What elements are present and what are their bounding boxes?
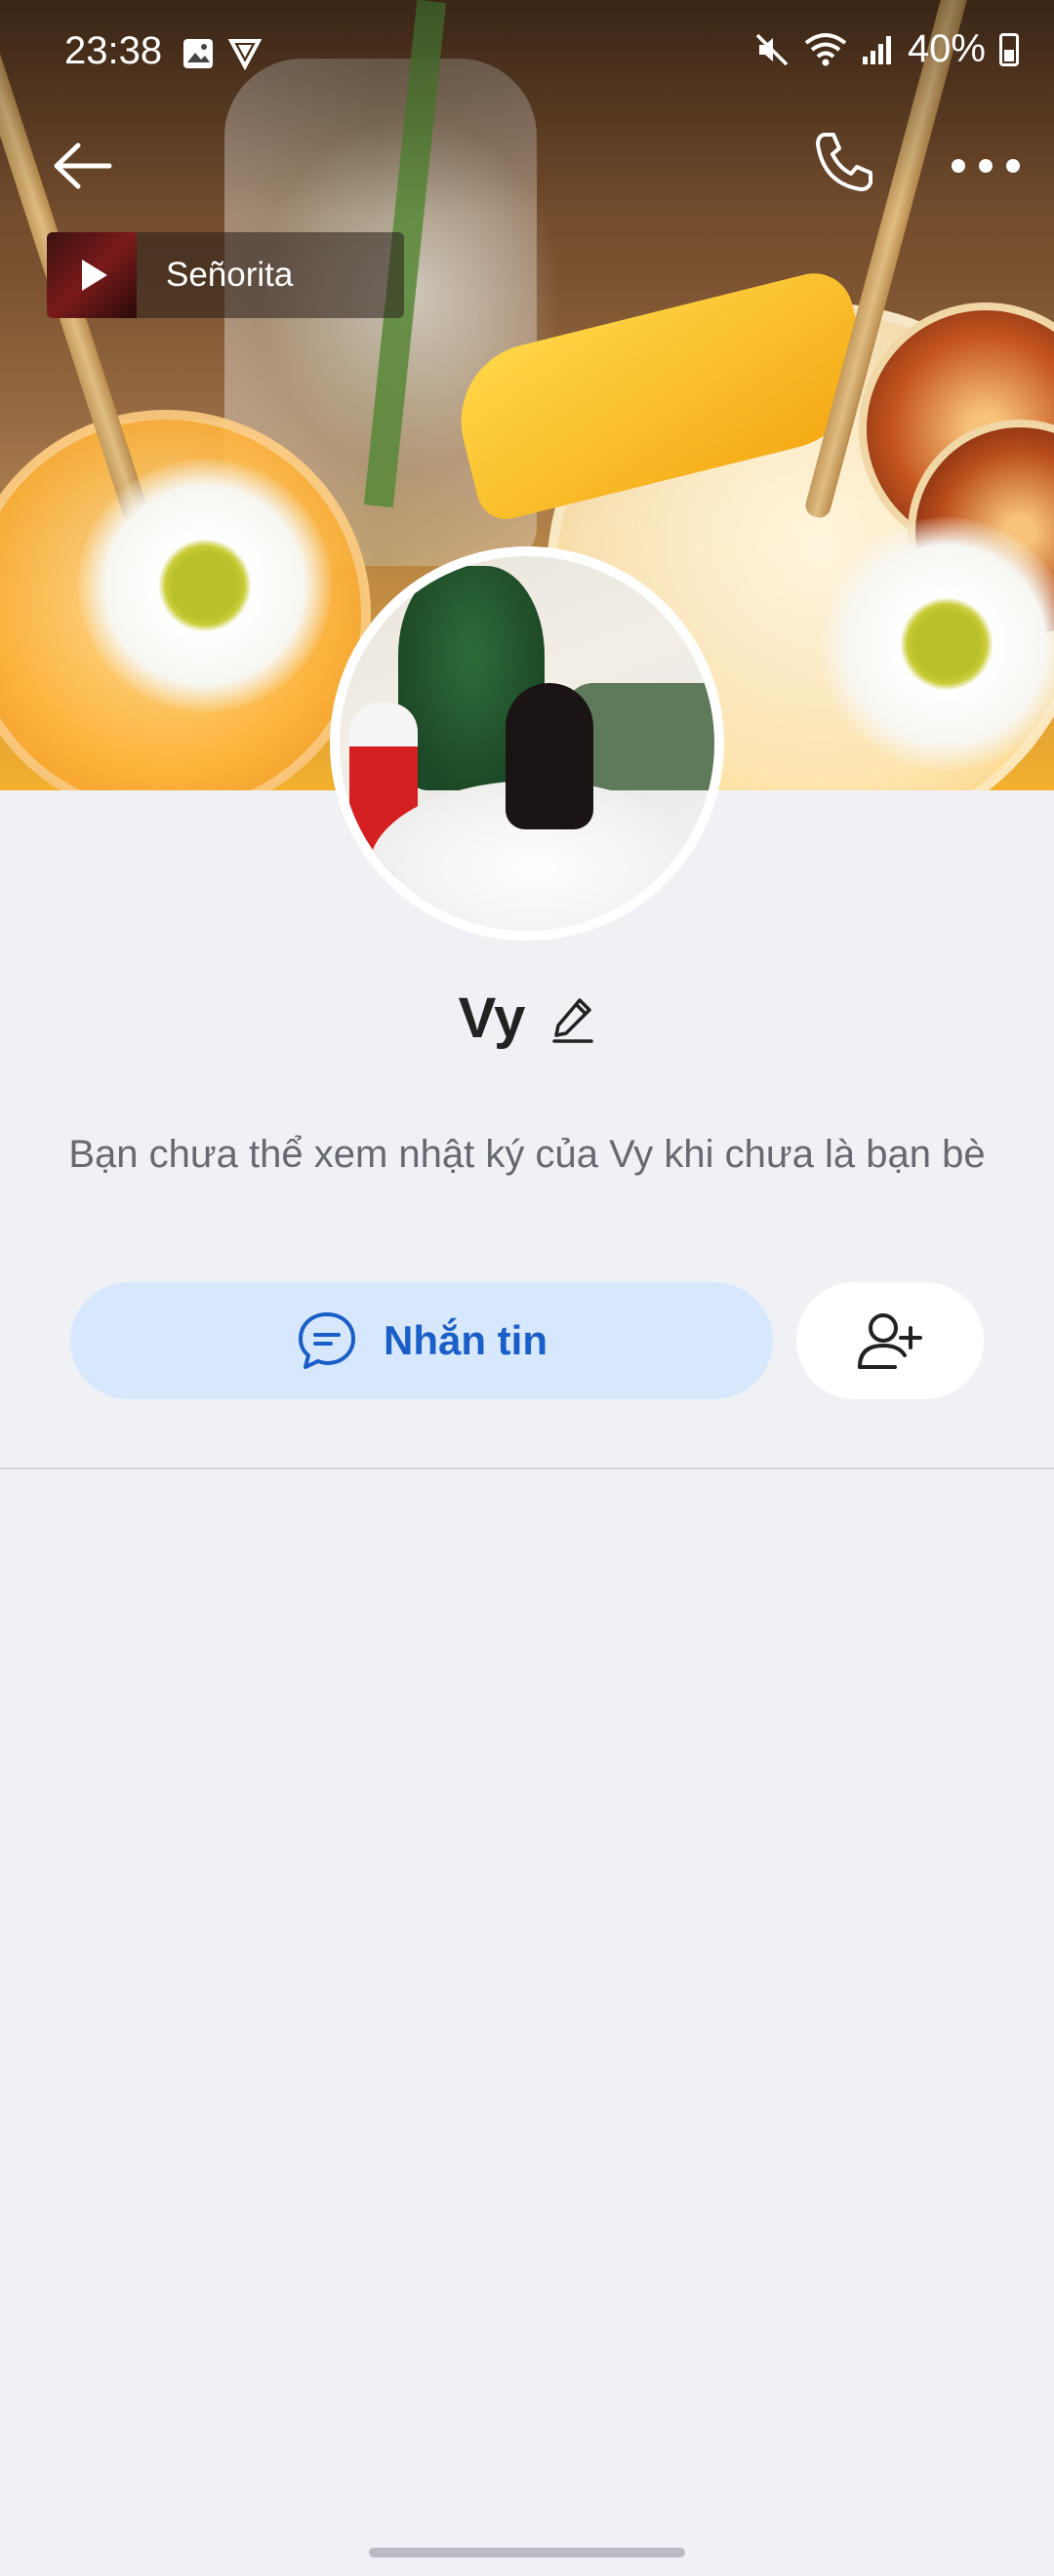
mute-icon <box>755 33 789 65</box>
gallery-icon <box>183 39 213 68</box>
wifi-icon <box>804 32 847 65</box>
status-bar: 23:38 40% <box>0 0 1054 107</box>
battery-icon <box>999 32 1019 66</box>
more-options-icon[interactable] <box>952 137 1020 195</box>
profile-name: Vy <box>458 986 526 1050</box>
back-arrow-icon[interactable] <box>49 132 117 200</box>
section-divider <box>0 1468 1054 1469</box>
home-indicator[interactable] <box>369 2548 685 2557</box>
play-icon <box>82 260 107 291</box>
music-title: Señorita <box>166 256 294 294</box>
message-button-label: Nhắn tin <box>384 1317 547 1363</box>
add-friend-button[interactable] <box>796 1282 984 1399</box>
cover-daisy <box>78 459 332 712</box>
signal-icon <box>862 35 891 64</box>
chat-bubble-icon <box>299 1312 355 1369</box>
edit-pencil-icon[interactable] <box>550 994 595 1043</box>
privacy-notice: Bạn chưa thể xem nhật ký của Vy khi chưa… <box>68 1133 986 1176</box>
music-thumbnail <box>47 232 137 318</box>
name-row: Vy <box>0 986 1054 1051</box>
status-right: 40% <box>753 27 1019 71</box>
message-button[interactable]: Nhắn tin <box>70 1282 773 1399</box>
profile-music-chip[interactable]: Señorita <box>47 232 404 318</box>
avatar[interactable] <box>330 546 724 941</box>
battery-percent: 40% <box>907 27 986 70</box>
add-friend-icon <box>858 1313 922 1369</box>
vpn-icon <box>228 39 262 70</box>
avatar-photo <box>340 556 714 931</box>
status-time: 23:38 <box>64 29 163 72</box>
phone-call-icon[interactable] <box>810 127 878 195</box>
